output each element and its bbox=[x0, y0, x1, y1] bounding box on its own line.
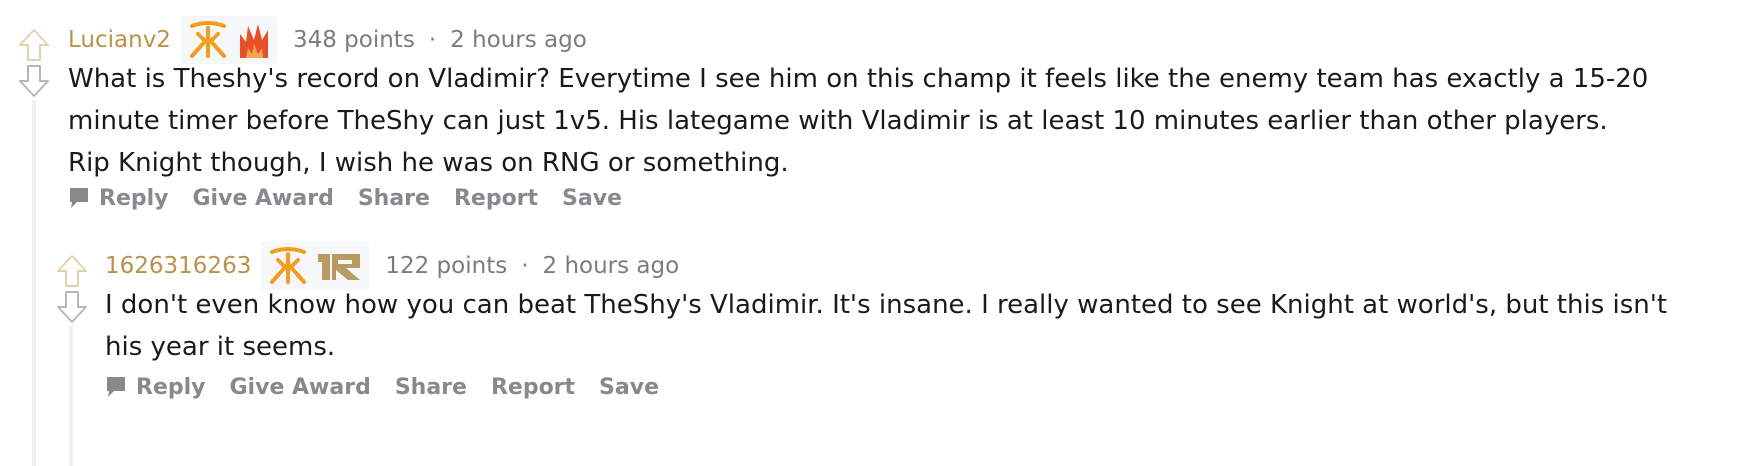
reply-button[interactable]: Reply bbox=[68, 186, 169, 211]
upvote-button[interactable] bbox=[56, 254, 88, 288]
reply-label: Reply bbox=[99, 185, 169, 211]
give-award-button[interactable]: Give Award bbox=[230, 375, 371, 400]
share-button[interactable]: Share bbox=[358, 186, 430, 211]
upvote-button[interactable] bbox=[18, 28, 50, 62]
fnatic-logo-icon bbox=[270, 247, 307, 284]
comment-body-line: Rip Knight though, I wish he was on RNG … bbox=[68, 148, 789, 178]
save-button[interactable]: Save bbox=[562, 186, 622, 211]
give-award-button[interactable]: Give Award bbox=[193, 186, 334, 211]
reply-button[interactable]: Reply bbox=[105, 375, 206, 400]
thread-line[interactable] bbox=[32, 100, 36, 466]
rng-logo-icon bbox=[318, 254, 361, 280]
comment-author[interactable]: 1626316263 bbox=[105, 253, 251, 279]
flame-logo-icon bbox=[239, 24, 268, 58]
share-button[interactable]: Share bbox=[395, 375, 467, 400]
comment-body: What is Theshy's record on Vladimir? Eve… bbox=[68, 58, 1718, 184]
comment-points: 122 points bbox=[385, 253, 508, 279]
upvote-arrow-icon bbox=[19, 29, 49, 61]
fnatic-logo-icon bbox=[189, 21, 226, 58]
speech-bubble-icon bbox=[70, 188, 88, 208]
comment-timestamp[interactable]: 2 hours ago bbox=[543, 253, 680, 279]
thread-line[interactable] bbox=[69, 326, 73, 466]
report-button[interactable]: Report bbox=[491, 375, 575, 400]
upvote-arrow-icon bbox=[57, 255, 87, 287]
meta-separator: · bbox=[428, 27, 437, 53]
comment-timestamp[interactable]: 2 hours ago bbox=[450, 27, 587, 53]
user-flair bbox=[261, 242, 370, 290]
comment-author[interactable]: Lucianv2 bbox=[68, 27, 171, 53]
comment-thread: Lucianv2 348 points · 2 hours ago What i… bbox=[0, 0, 1760, 466]
comment-points: 348 points bbox=[292, 27, 415, 53]
comment-actions: Reply Give Award Share Report Save bbox=[68, 182, 646, 214]
user-flair bbox=[180, 16, 277, 64]
meta-separator: · bbox=[521, 253, 529, 279]
vote-column bbox=[56, 254, 88, 324]
downvote-button[interactable] bbox=[18, 64, 50, 98]
comment-body: I don't even know how you can beat TheSh… bbox=[105, 284, 1725, 368]
save-button[interactable]: Save bbox=[599, 375, 659, 400]
comment-body-line: minute timer before TheShy can just 1v5.… bbox=[68, 106, 1608, 136]
comment-body-line: his year it seems. bbox=[105, 332, 336, 362]
downvote-arrow-icon bbox=[57, 291, 87, 323]
comment-body-line: What is Theshy's record on Vladimir? Eve… bbox=[68, 64, 1649, 94]
comment-body-line: I don't even know how you can beat TheSh… bbox=[105, 290, 1668, 320]
downvote-button[interactable] bbox=[56, 290, 88, 324]
speech-bubble-icon bbox=[107, 377, 125, 397]
report-button[interactable]: Report bbox=[454, 186, 538, 211]
comment-actions: Reply Give Award Share Report Save bbox=[105, 371, 683, 403]
vote-column bbox=[18, 28, 50, 98]
reply-label: Reply bbox=[136, 374, 206, 400]
downvote-arrow-icon bbox=[19, 65, 49, 97]
